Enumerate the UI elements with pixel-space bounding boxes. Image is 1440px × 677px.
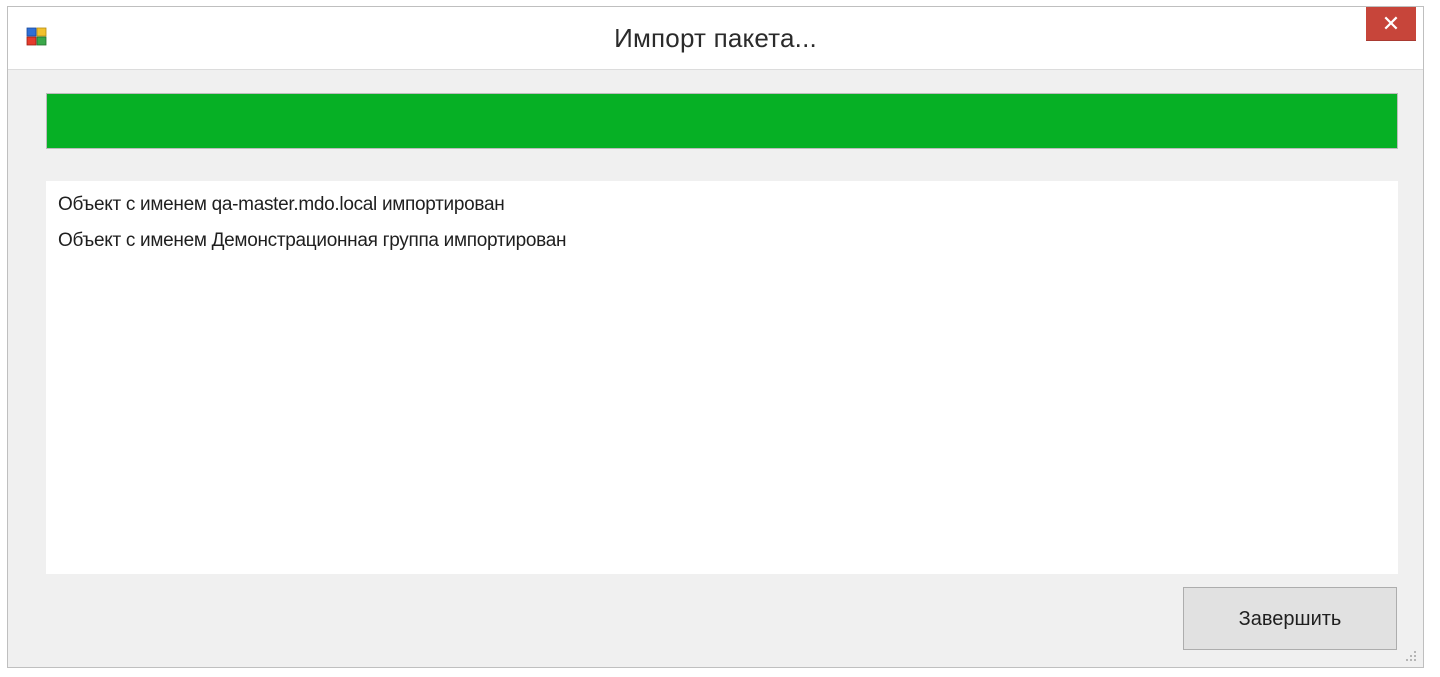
import-progress-bar (46, 93, 1398, 149)
resize-grip-icon[interactable] (1405, 649, 1417, 661)
finish-button[interactable]: Завершить (1183, 587, 1397, 650)
progress-bar-fill (47, 94, 1397, 148)
title-bar[interactable]: Импорт пакета... ✕ (8, 7, 1423, 70)
import-log-list[interactable]: Объект с именем qa-master.mdo.local импо… (46, 181, 1398, 574)
import-dialog-window: Импорт пакета... ✕ Объект с именем qa-ma… (7, 6, 1424, 668)
window-title: Импорт пакета... (614, 23, 817, 53)
close-button[interactable]: ✕ (1366, 7, 1416, 41)
log-line: Объект с именем qa-master.mdo.local импо… (58, 194, 505, 215)
close-icon: ✕ (1381, 11, 1401, 36)
log-line: Объект с именем Демонстрационная группа … (58, 230, 567, 251)
